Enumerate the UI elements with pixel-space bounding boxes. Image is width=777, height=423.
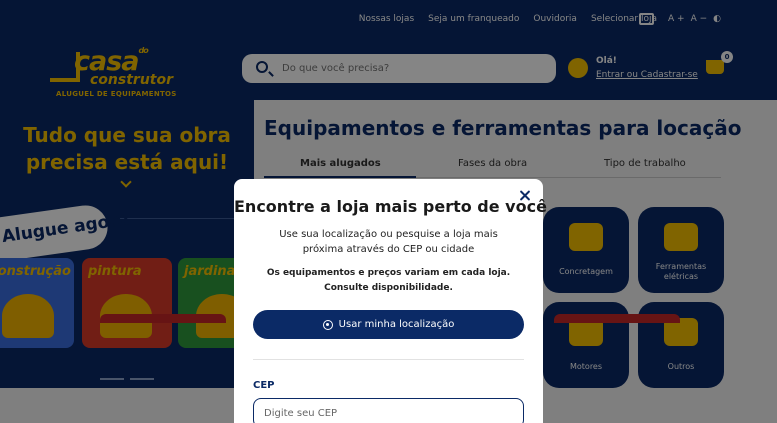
- crosshair-icon: [322, 319, 333, 330]
- use-location-button[interactable]: Usar minha localização: [253, 310, 524, 339]
- store-locator-modal: Encontre a loja mais perto de você Use s…: [234, 179, 547, 423]
- modal-description: Use sua localização ou pesquise a loja m…: [279, 229, 498, 255]
- cep-label: CEP: [253, 380, 275, 391]
- modal-note: Os equipamentos e preços variam em cada …: [266, 268, 511, 293]
- modal-divider: [253, 359, 524, 360]
- cep-input[interactable]: [253, 398, 524, 423]
- use-location-label: Usar minha localização: [338, 319, 455, 330]
- modal-title: Encontre a loja mais perto de você: [234, 197, 547, 216]
